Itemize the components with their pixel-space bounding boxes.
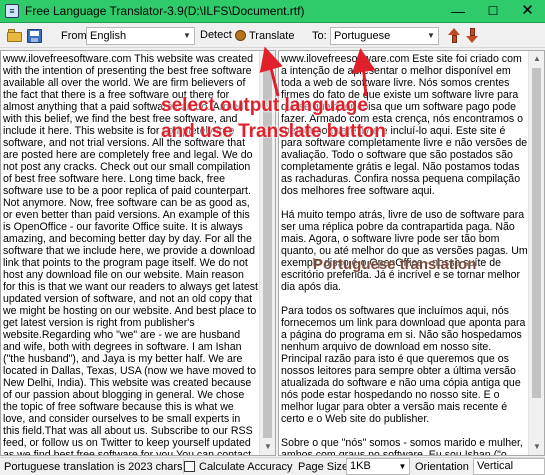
scroll-down-icon[interactable]: ▼ bbox=[260, 439, 275, 455]
chevron-down-icon: ▼ bbox=[398, 462, 407, 471]
translate-globe-icon bbox=[235, 30, 246, 41]
to-language-select[interactable]: Portuguese ▼ bbox=[330, 27, 439, 45]
scroll-up-icon[interactable]: ▲ bbox=[260, 51, 275, 67]
from-language-select[interactable]: English ▼ bbox=[86, 27, 195, 45]
source-text-area[interactable]: www.ilovefreesoftware.com This website w… bbox=[0, 50, 276, 456]
scroll-thumb[interactable] bbox=[263, 68, 272, 438]
chevron-down-icon: ▼ bbox=[183, 31, 191, 40]
calculate-accuracy-label[interactable]: Calculate Accuracy bbox=[199, 461, 293, 473]
source-text: www.ilovefreesoftware.com This website w… bbox=[3, 53, 258, 456]
close-button[interactable]: ✕ bbox=[510, 0, 545, 22]
open-folder-icon[interactable] bbox=[7, 29, 22, 43]
translation-text-area[interactable]: www.ilovefreesoftware.com Este site foi … bbox=[278, 50, 545, 456]
translation-text: www.ilovefreesoftware.com Este site foi … bbox=[281, 53, 528, 456]
chevron-down-icon: ▼ bbox=[427, 31, 435, 40]
title-bar: ≡ Free Language Translator-3.9(D:\ILFS\D… bbox=[0, 0, 545, 23]
translate-button[interactable]: Translate bbox=[235, 27, 294, 45]
window-title: Free Language Translator-3.9(D:\ILFS\Doc… bbox=[25, 4, 305, 18]
scroll-up-icon[interactable]: ▲ bbox=[529, 51, 544, 67]
calculate-accuracy-checkbox[interactable] bbox=[184, 461, 195, 472]
minimize-button[interactable]: — bbox=[441, 0, 475, 22]
maximize-button[interactable]: ☐ bbox=[476, 0, 510, 22]
detect-button[interactable]: Detect bbox=[200, 29, 232, 41]
scroll-down-icon[interactable]: ▼ bbox=[529, 439, 544, 455]
save-disk-icon[interactable] bbox=[27, 29, 42, 43]
translation-scrollbar[interactable]: ▲ ▼ bbox=[528, 51, 544, 455]
document-icon: ≡ bbox=[5, 4, 19, 18]
status-bar: Portuguese translation is 2023 chars Cal… bbox=[0, 457, 545, 475]
to-label: To: bbox=[312, 30, 327, 42]
page-size-value: 1KB bbox=[350, 460, 371, 472]
orientation-select[interactable]: Vertical bbox=[473, 458, 545, 475]
scroll-thumb[interactable] bbox=[532, 68, 541, 398]
page-size-label: Page Size: bbox=[298, 461, 352, 473]
from-language-value: English bbox=[90, 30, 127, 42]
page-size-select[interactable]: 1KB ▼ bbox=[346, 458, 410, 475]
translate-label: Translate bbox=[249, 30, 295, 42]
toolbar: From: English ▼ Detect Translate To: Por… bbox=[0, 24, 545, 48]
to-language-value: Portuguese bbox=[334, 30, 391, 42]
status-text: Portuguese translation is 2023 chars bbox=[4, 461, 183, 473]
source-scrollbar[interactable]: ▲ ▼ bbox=[259, 51, 275, 455]
orientation-label: Orientation bbox=[415, 461, 469, 473]
orientation-value: Vertical bbox=[477, 460, 514, 472]
move-up-icon[interactable] bbox=[448, 28, 461, 44]
move-down-icon[interactable] bbox=[466, 28, 479, 44]
